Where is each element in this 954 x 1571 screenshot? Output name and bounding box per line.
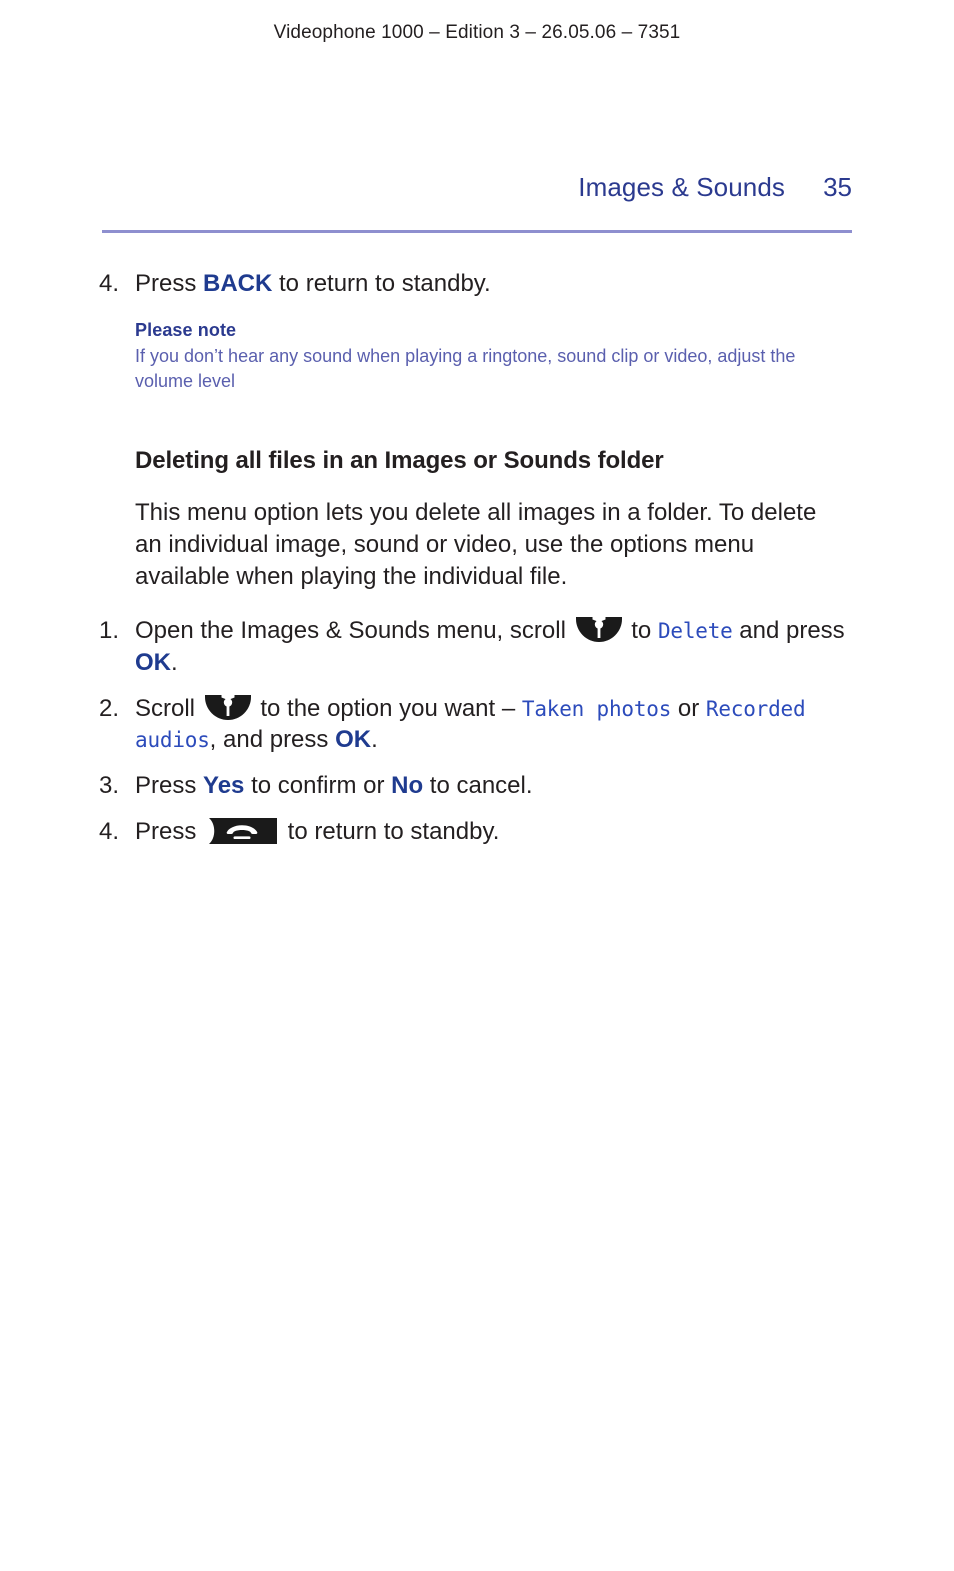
please-note-block: Please note If you don’t hear any sound …: [135, 320, 834, 395]
step-text-suffix: to return to standby.: [272, 270, 491, 297]
step-text: Press: [135, 818, 204, 846]
step-text: Scroll: [135, 694, 202, 722]
hangup-key-icon: [207, 818, 278, 845]
step-number: 1.: [99, 616, 120, 644]
page-content: 4. Press BACK to return to standby. Pleas…: [0, 268, 954, 848]
step-text: or: [671, 694, 706, 722]
chapter-title: Images & Sounds: [578, 172, 785, 202]
step-item: 4. Press to return to standby.: [0, 816, 954, 848]
scroll-key-icon: [575, 616, 622, 642]
menu-option-delete: Delete: [657, 618, 733, 643]
page-header: Images & Sounds 35: [102, 172, 852, 203]
header-rule: [102, 230, 852, 233]
step-text: and press: [732, 616, 845, 644]
back-key-label: BACK: [203, 270, 273, 297]
please-note-body: If you don’t hear any sound when playing…: [135, 345, 796, 392]
step-text: .: [371, 726, 378, 754]
section-paragraph: This menu option lets you delete all ima…: [135, 499, 817, 590]
yes-key-label: Yes: [203, 772, 245, 800]
please-note-title: Please note: [135, 319, 237, 340]
step-item: 3. Press Yes to confirm or No to cancel.: [0, 770, 954, 802]
step-text: to the option you want –: [253, 694, 522, 722]
step-text: to confirm or: [244, 772, 392, 800]
step-text: , and press: [209, 726, 336, 754]
section-heading: Deleting all files in an Images or Sound…: [135, 447, 664, 474]
no-key-label: No: [391, 772, 424, 800]
ok-key-label: OK: [135, 648, 171, 676]
ok-key-label: OK: [335, 726, 372, 754]
step-item: 2. Scroll to the option you want – Taken …: [0, 693, 954, 757]
running-head: Videophone 1000 – Edition 3 – 26.05.06 –…: [273, 22, 681, 43]
step-text: Open the Images & Sounds menu, scroll: [135, 616, 573, 644]
step-text: to: [624, 616, 658, 644]
step-item: 4. Press BACK to return to standby.: [0, 268, 954, 300]
step-item: 1. Open the Images & Sounds menu, scroll …: [0, 615, 954, 679]
step-text: .: [171, 648, 178, 676]
step-text: Press: [135, 772, 204, 800]
step-text: to return to standby.: [281, 818, 500, 846]
menu-option-taken-photos: Taken photos: [521, 696, 672, 721]
step-number: 3.: [99, 772, 120, 800]
scroll-key-icon: [204, 694, 251, 720]
step-text: to cancel.: [423, 772, 533, 800]
page-number: 35: [823, 172, 852, 202]
step-number: 4.: [99, 818, 120, 846]
step-text-prefix: Press: [135, 270, 204, 297]
step-number: 4.: [99, 270, 120, 297]
step-number: 2.: [99, 694, 120, 722]
